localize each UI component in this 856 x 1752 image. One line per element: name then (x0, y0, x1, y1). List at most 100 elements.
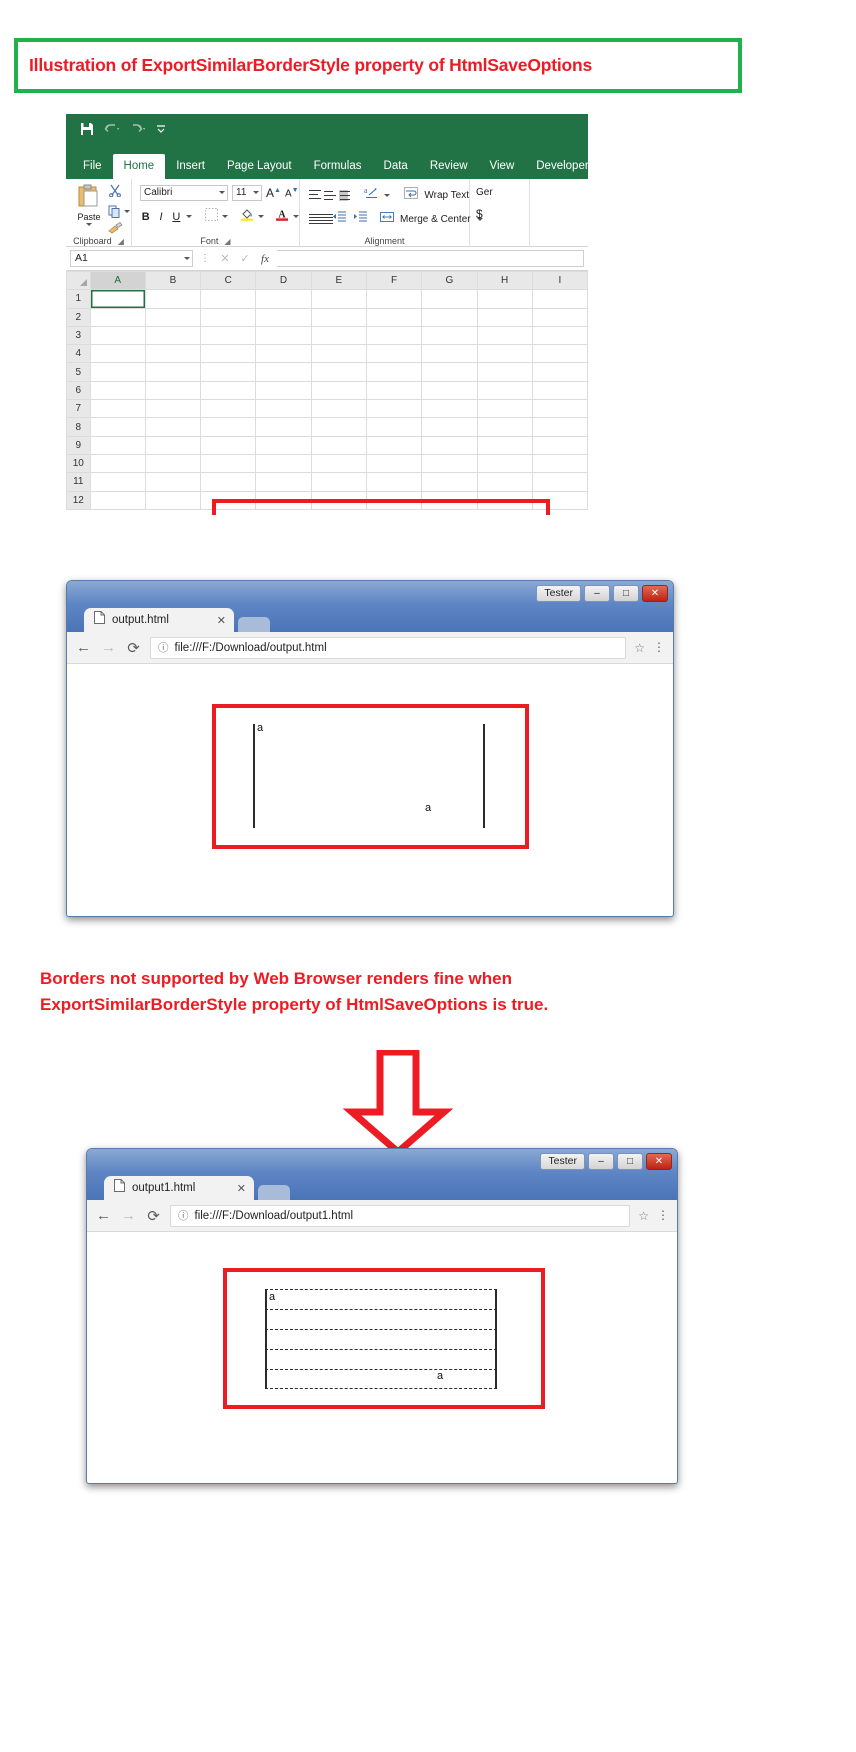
cell-G1[interactable] (421, 289, 478, 309)
insert-function-icon[interactable]: fx (257, 253, 273, 265)
paste-dropdown-icon[interactable] (86, 223, 92, 226)
align-middle-icon[interactable] (323, 190, 337, 201)
redo-icon[interactable] (130, 123, 146, 135)
row-header-1[interactable]: 1 (66, 289, 91, 309)
font-color-icon[interactable]: A (275, 207, 289, 226)
orientation-dropdown-icon[interactable] (383, 193, 390, 197)
ribbon-tab-page-layout[interactable]: Page Layout (216, 154, 303, 179)
ribbon-tab-file[interactable]: File (72, 154, 113, 179)
tester-button-2[interactable]: Tester (540, 1153, 585, 1170)
tab-close-icon-1[interactable]: ✕ (217, 614, 226, 627)
cell-F1[interactable] (365, 289, 423, 309)
row-header-8[interactable]: 8 (66, 417, 91, 437)
worksheet-grid[interactable]: A B C D E F G H I 1 2 3 4 5 6 7 8 9 10 1… (66, 271, 588, 515)
formula-input[interactable] (277, 250, 584, 267)
browser-tab-output1[interactable]: output1.html ✕ (104, 1176, 254, 1200)
cell-B1[interactable] (144, 289, 202, 309)
column-header-e[interactable]: E (310, 271, 367, 291)
row-header-2[interactable]: 2 (66, 307, 91, 327)
fill-color-icon[interactable] (240, 207, 254, 226)
cell-A1[interactable] (89, 289, 146, 309)
new-tab-button-1[interactable] (238, 617, 270, 632)
ribbon-tab-insert[interactable]: Insert (165, 154, 216, 179)
align-top-icon[interactable] (308, 189, 321, 201)
back-icon-2[interactable]: ← (95, 1207, 112, 1224)
chrome-menu-icon-1[interactable]: ⋮ (653, 641, 665, 653)
wrap-text-icon[interactable] (404, 186, 419, 204)
bookmark-star-icon-2[interactable]: ☆ (638, 1209, 649, 1223)
row-header-4[interactable]: 4 (66, 344, 91, 364)
address-bar-2[interactable]: ⓘ file:///F:/Download/output1.html (170, 1204, 631, 1227)
merge-center-label[interactable]: Merge & Center (400, 214, 471, 225)
fill-color-dropdown-icon[interactable] (258, 215, 265, 218)
currency-icon[interactable]: $ (470, 198, 529, 221)
borders-dropdown-icon[interactable] (221, 215, 228, 218)
page-info-icon-1[interactable]: ⓘ (158, 640, 169, 655)
cut-icon[interactable] (108, 184, 130, 202)
maximize-button-1[interactable]: □ (613, 585, 639, 602)
save-icon[interactable] (80, 122, 94, 136)
tab-close-icon-2[interactable]: ✕ (237, 1182, 246, 1195)
cell-I1[interactable] (531, 289, 588, 309)
customize-qat-icon[interactable] (156, 124, 166, 134)
column-header-i[interactable]: I (531, 271, 588, 291)
align-bottom-icon[interactable] (338, 189, 350, 201)
tester-button-1[interactable]: Tester (536, 585, 581, 602)
merge-center-icon[interactable] (380, 210, 394, 228)
cell-D1[interactable] (255, 289, 312, 309)
cell-H1[interactable] (476, 289, 533, 309)
ribbon-tab-home[interactable]: Home (112, 154, 166, 179)
quick-access-toolbar[interactable] (80, 122, 166, 136)
minimize-button-1[interactable]: – (584, 585, 610, 602)
row-header-7[interactable]: 7 (66, 399, 91, 419)
column-header-g[interactable]: G (421, 271, 478, 291)
ribbon-tab-view[interactable]: View (479, 154, 526, 179)
ribbon-tab-developer[interactable]: Developer (525, 154, 588, 179)
bold-button[interactable]: B (140, 211, 151, 223)
ribbon-tab-review[interactable]: Review (419, 154, 479, 179)
browser-tab-output[interactable]: output.html ✕ (84, 608, 234, 632)
back-icon-1[interactable]: ← (75, 639, 92, 656)
increase-indent-icon[interactable] (353, 210, 368, 228)
bookmark-star-icon-1[interactable]: ☆ (634, 641, 645, 655)
cancel-icon[interactable]: ✕ (217, 252, 233, 265)
chrome-menu-icon-2[interactable]: ⋮ (657, 1209, 669, 1221)
forward-icon-2[interactable]: → (120, 1207, 137, 1224)
font-name-combo[interactable]: Calibri (140, 185, 228, 201)
row-header-11[interactable]: 11 (66, 472, 91, 492)
browser-tabstrip-1[interactable]: output.html ✕ (70, 606, 670, 632)
decrease-font-size-icon[interactable]: A▼ (285, 187, 299, 199)
column-header-h[interactable]: H (476, 271, 533, 291)
column-header-d[interactable]: D (255, 271, 312, 291)
number-format-label[interactable]: Ger (470, 179, 529, 198)
cell-C1[interactable] (200, 289, 257, 309)
copy-icon[interactable] (108, 205, 130, 218)
font-size-combo[interactable]: 11 (232, 185, 262, 201)
wrap-text-label[interactable]: Wrap Text (424, 190, 469, 201)
font-color-dropdown-icon[interactable] (293, 215, 300, 218)
orientation-icon[interactable]: a (364, 186, 378, 204)
undo-icon[interactable] (104, 123, 120, 135)
ribbon-tab-formulas[interactable]: Formulas (303, 154, 373, 179)
new-tab-button-2[interactable] (258, 1185, 290, 1200)
name-box[interactable]: A1 (70, 250, 193, 267)
window-controls-1[interactable]: Tester – □ ✕ (536, 585, 668, 602)
enter-icon[interactable]: ✓ (237, 252, 253, 265)
excel-ribbon-tabs[interactable]: File Home Insert Page Layout Formulas Da… (66, 149, 588, 179)
underline-button[interactable]: U (171, 211, 182, 223)
page-info-icon-2[interactable]: ⓘ (178, 1208, 189, 1223)
browser-tabstrip-2[interactable]: output1.html ✕ (90, 1174, 674, 1200)
borders-icon[interactable] (204, 207, 218, 226)
close-button-1[interactable]: ✕ (642, 585, 668, 602)
column-header-c[interactable]: C (200, 271, 257, 291)
underline-dropdown-icon[interactable] (185, 215, 192, 218)
italic-button[interactable]: I (155, 211, 166, 223)
column-header-f[interactable]: F (365, 271, 423, 291)
row-header-9[interactable]: 9 (66, 435, 91, 455)
select-all-corner[interactable] (66, 271, 91, 291)
close-button-2[interactable]: ✕ (646, 1153, 672, 1170)
reload-icon-2[interactable]: ⟳ (145, 1207, 162, 1225)
row-header-3[interactable]: 3 (66, 325, 91, 346)
cell-E1[interactable] (310, 289, 367, 309)
column-header-a[interactable]: A (89, 271, 146, 291)
